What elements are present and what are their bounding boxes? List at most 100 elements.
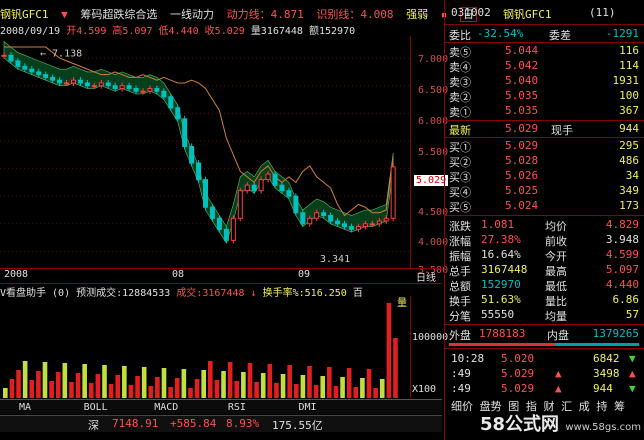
tab-rsi[interactable]: RSI [212, 402, 262, 413]
stat-value: 3.948 [605, 233, 639, 246]
line-label: 一线动力 [170, 8, 214, 21]
tick-up-arrow: ▲ [555, 382, 562, 395]
candle-body [133, 87, 139, 92]
volume-bar [62, 363, 68, 398]
ask-volume: 114 [619, 59, 639, 72]
volume-bar [227, 362, 233, 398]
stat-key: 振幅 [449, 250, 471, 263]
stock-name[interactable]: 钢钒GFC1 [0, 8, 49, 21]
candle-body [383, 217, 389, 222]
volume-bar [247, 363, 253, 398]
candle-body [328, 215, 334, 222]
low-mark-label: 3.341 [320, 254, 350, 265]
stat-row: 涨跌 1.081 均价 4.829 [449, 218, 641, 233]
tick-down-arrow: ▼ [629, 352, 636, 365]
stat-value: 57 [625, 308, 639, 321]
tick-up-arrow: ▲ [629, 367, 636, 380]
candle-body [286, 190, 292, 197]
stat-key: 量比 [545, 295, 567, 308]
indicator-name[interactable]: 筹码超跌综合选 [80, 8, 157, 21]
stat-value: 16.64% [481, 248, 521, 261]
candle-body [36, 71, 42, 76]
period-unit-label[interactable]: 日线 [416, 269, 436, 284]
candle-body [154, 87, 160, 92]
volume-chart[interactable] [0, 296, 410, 398]
current-hand-label: 现手 [551, 124, 573, 137]
bid-row[interactable]: 买③ 5.026 34 [449, 169, 641, 184]
tick-row: :49 5.029 ▲ 944 ▼ [451, 382, 641, 396]
date-axis: 2008 08 09 日线 [0, 268, 442, 284]
bid-volume: 295 [619, 139, 639, 152]
stat-value: 152970 [481, 278, 521, 291]
candle-body [237, 190, 243, 219]
ask-row[interactable]: 卖④ 5.042 114 [449, 59, 641, 74]
bid-price: 5.025 [505, 184, 539, 197]
bid-row[interactable]: 买① 5.029 295 [449, 139, 641, 154]
last-price-label: 最新 [449, 124, 471, 137]
last-price-tag: 5.029 [414, 175, 449, 186]
stat-row: 分笔 55550 均量 57 [449, 308, 641, 323]
bid-label: 买③ [449, 171, 471, 184]
ask-row[interactable]: 卖⑤ 5.044 116 [449, 44, 641, 59]
ask-row[interactable]: 卖① 5.035 367 [449, 104, 641, 119]
candle-body [369, 223, 375, 226]
bid-price: 5.029 [505, 139, 539, 152]
volume-bar [221, 371, 226, 398]
date-label-2008: 2008 [4, 269, 29, 280]
bid-volume: 34 [625, 169, 639, 182]
bid-row[interactable]: 买④ 5.025 349 [449, 184, 641, 199]
tab-dmi[interactable]: DMI [283, 402, 333, 413]
volume-bar [313, 385, 319, 398]
outer-inner-row: 外盘 1788183 内盘 1379265 [449, 327, 641, 342]
volume-bar [267, 364, 273, 398]
candle-body [112, 85, 118, 89]
tab-boll[interactable]: BOLL [71, 402, 121, 413]
volume-bar [241, 372, 246, 398]
volume-bar [188, 388, 193, 398]
candle-body [258, 179, 264, 192]
market-amount: 175.55亿 [272, 419, 323, 432]
date-label-09: 09 [298, 269, 311, 280]
price-chart[interactable]: ← 7.138 3.341 [0, 36, 410, 268]
bid-row[interactable]: 买⑤ 5.024 173 [449, 199, 641, 214]
candle-body [29, 68, 35, 73]
last-price-row: 最新 5.029 现手 944 [449, 122, 641, 137]
ask-row[interactable]: 卖② 5.035 100 [449, 89, 641, 104]
stat-value: 5.097 [605, 263, 639, 276]
volume-bar [95, 374, 101, 398]
stat-key: 最低 [545, 280, 567, 293]
candle-body [251, 184, 257, 192]
ask-volume: 1931 [612, 74, 640, 87]
candle-body [293, 195, 299, 214]
tab-macd[interactable]: MACD [141, 402, 191, 413]
inner-label: 内盘 [547, 329, 569, 342]
volume-bar [181, 369, 187, 398]
volume-bar [234, 381, 240, 398]
volume-bar [69, 382, 74, 398]
volume-bar [260, 373, 266, 398]
volume-bar [88, 383, 94, 398]
ask-volume: 100 [619, 89, 639, 102]
tab-ma[interactable]: MA [0, 402, 50, 413]
volume-bar [168, 387, 173, 398]
ask-row[interactable]: 卖③ 5.040 1931 [449, 74, 641, 89]
strong-weak-label: 强弱 [406, 8, 429, 21]
tick-time: 10:28 [451, 352, 485, 365]
current-hand-value: 944 [619, 122, 639, 135]
outer-value: 1788183 [479, 327, 526, 340]
stat-key: 换手 [449, 295, 471, 308]
volume-bar [75, 373, 81, 398]
market-index: 7148.91 [112, 417, 159, 430]
indicator-tabs: MA BOLL MACD RSI DMI [0, 399, 442, 414]
candle-body [105, 82, 111, 87]
date-label-08: 08 [172, 269, 185, 280]
power-line-value: 动力线：4.871 [226, 8, 304, 21]
bid-label: 买① [449, 141, 471, 154]
candle-body [91, 85, 97, 88]
tick-price: 5.029 [501, 367, 535, 380]
stock-code: 031002 [451, 6, 491, 19]
bid-row[interactable]: 买② 5.028 486 [449, 154, 641, 169]
bid-price: 5.024 [505, 199, 539, 212]
volume-bar [128, 385, 134, 398]
volume-bar [208, 361, 213, 398]
